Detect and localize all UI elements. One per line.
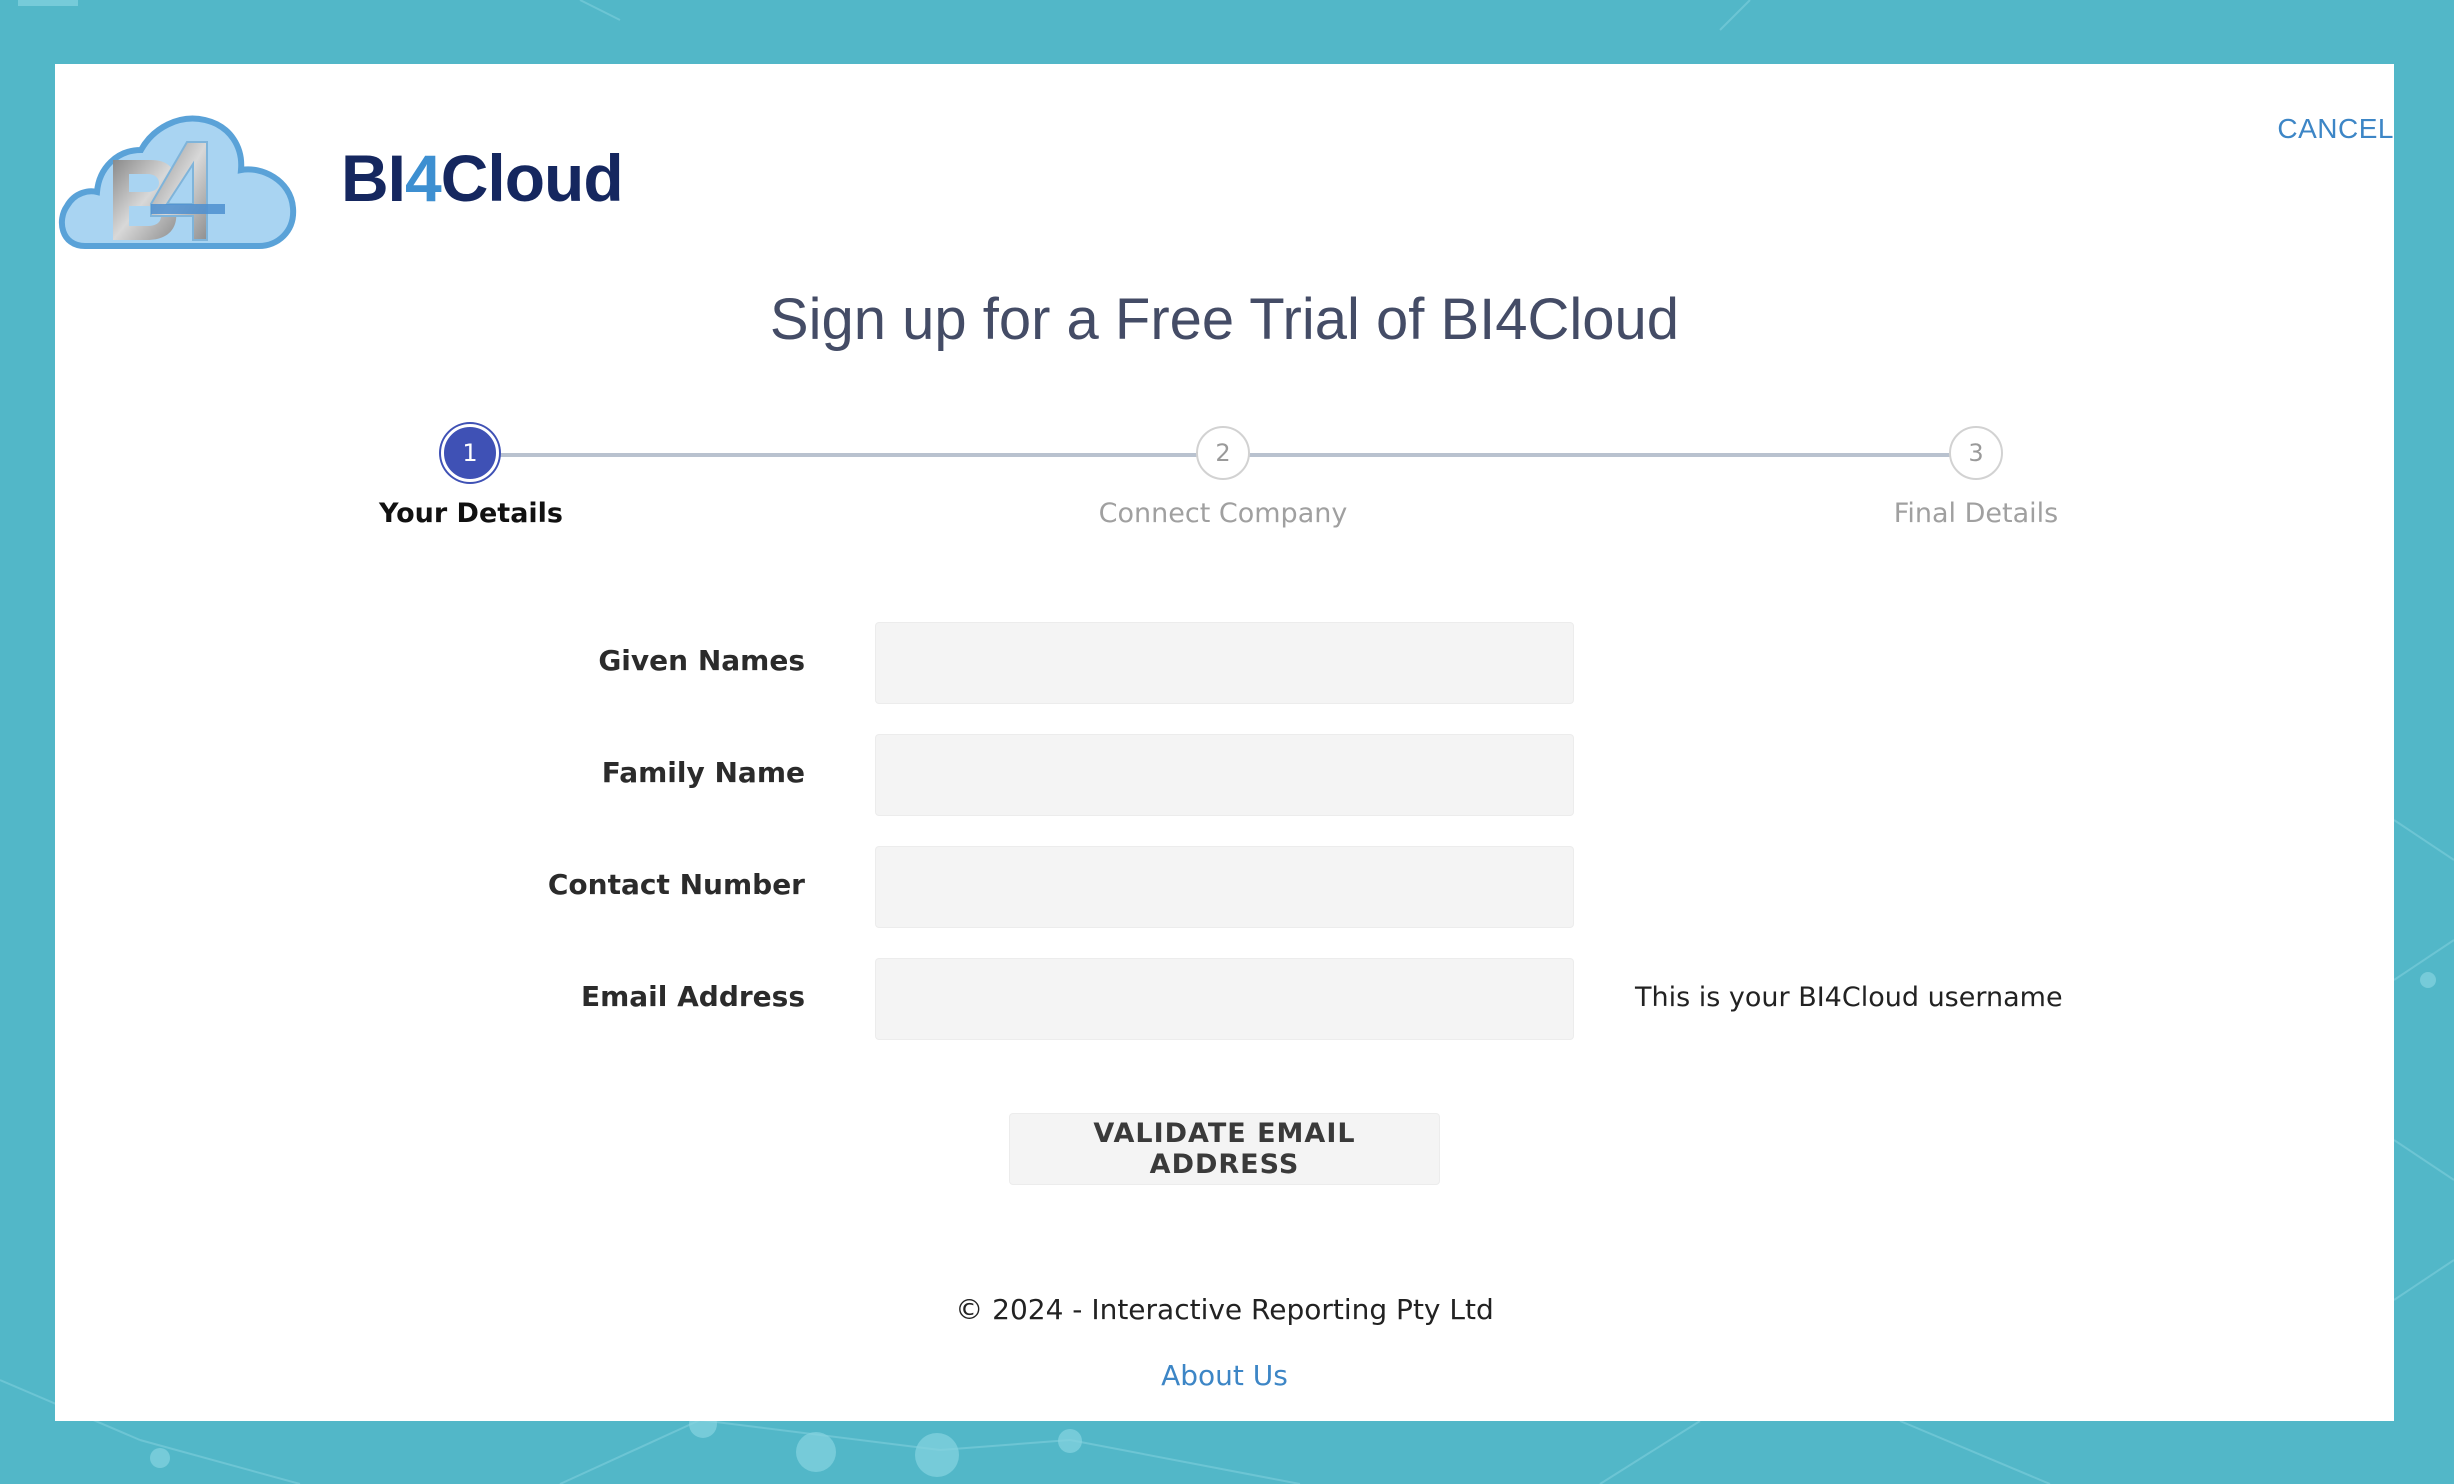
copyright-text: © 2024 - Interactive Reporting Pty Ltd xyxy=(955,1293,1494,1326)
contact-number-label: Contact Number xyxy=(547,868,805,901)
email-address-row: Email Address This is your BI4Cloud user… xyxy=(55,958,2394,1040)
step-2-label: Connect Company xyxy=(1098,498,1348,529)
contact-number-row: Contact Number xyxy=(55,846,2394,928)
email-address-input[interactable] xyxy=(875,958,1574,1040)
family-name-row: Family Name xyxy=(55,734,2394,816)
cancel-link[interactable]: CANCEL xyxy=(2277,113,2394,145)
family-name-label: Family Name xyxy=(601,756,805,789)
step-2-indicator: 2 xyxy=(1196,426,1250,480)
validate-email-button[interactable]: VALIDATE EMAIL ADDRESS xyxy=(1009,1113,1440,1185)
contact-number-input[interactable] xyxy=(875,846,1574,928)
given-names-row: Given Names xyxy=(55,622,2394,704)
step-1-label: Your Details xyxy=(379,498,563,529)
brand-logo-text: BI4Cloud xyxy=(341,141,624,215)
email-address-label: Email Address xyxy=(580,980,805,1013)
given-names-label: Given Names xyxy=(598,644,805,677)
about-us-link[interactable]: About Us xyxy=(1161,1359,1288,1392)
step-1-indicator: 1 xyxy=(441,424,499,482)
about-us-link-row: About Us xyxy=(55,1359,2394,1392)
email-username-hint: This is your BI4Cloud username xyxy=(1635,982,2063,1013)
given-names-input[interactable] xyxy=(875,622,1574,704)
family-name-input[interactable] xyxy=(875,734,1574,816)
step-3-label: Final Details xyxy=(1893,498,2059,529)
signup-card: BI4Cloud CANCEL Sign up for a Free Trial… xyxy=(55,64,2394,1421)
bi4-cloud-logo-icon xyxy=(58,115,297,249)
step-3-indicator: 3 xyxy=(1949,426,2003,480)
page-title: Sign up for a Free Trial of BI4Cloud xyxy=(769,287,1680,352)
